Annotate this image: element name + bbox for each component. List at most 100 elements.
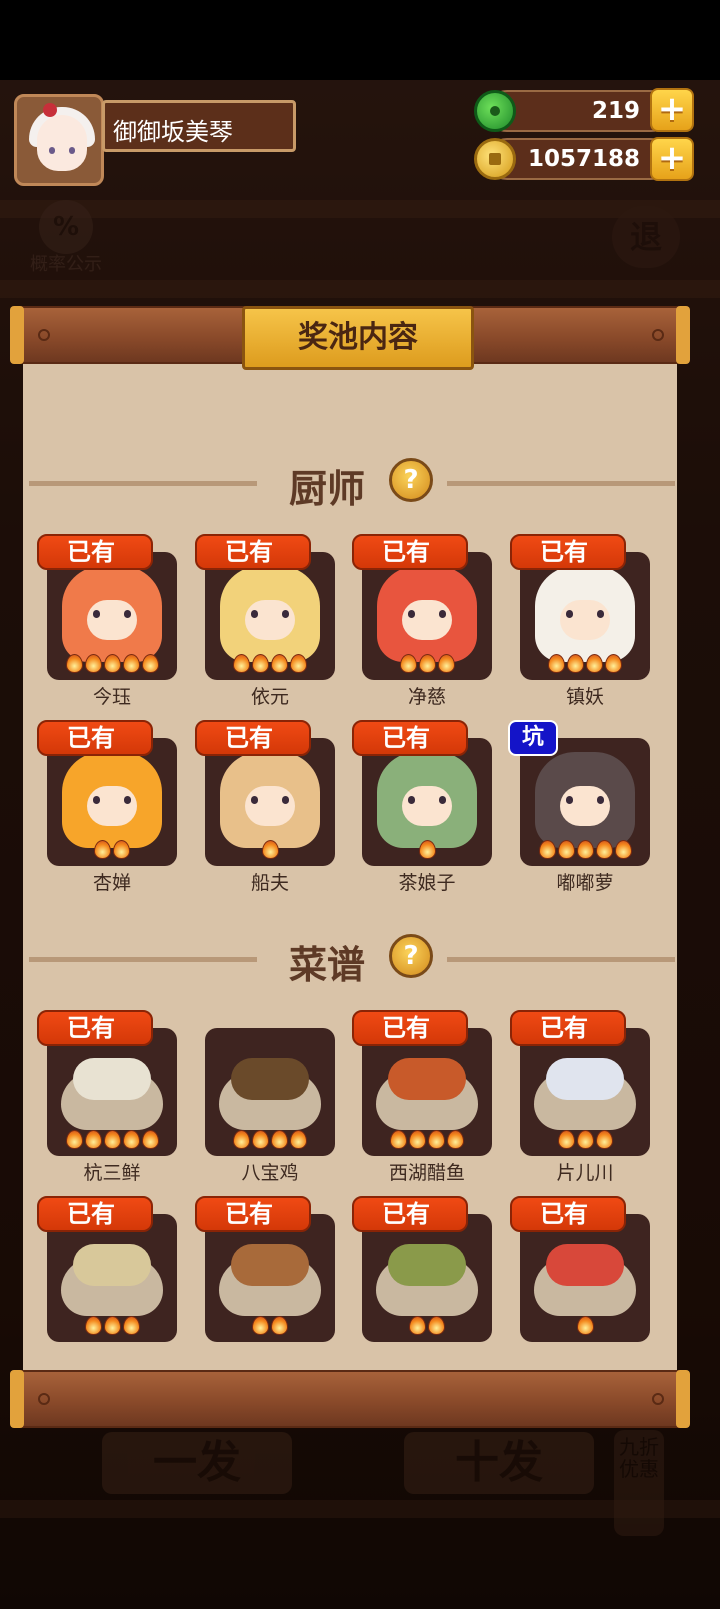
flame-icon (605, 654, 622, 673)
flame-icon (122, 1316, 140, 1335)
flame-icon (65, 1130, 83, 1149)
chef-face (87, 600, 137, 640)
flame-icon (567, 654, 584, 673)
flame-icon (447, 1130, 464, 1149)
recipe-card[interactable] (47, 1214, 177, 1342)
recipe-card[interactable] (520, 1214, 650, 1342)
owned-badge: 已有 (195, 1196, 311, 1232)
dish-food (73, 1244, 151, 1286)
avatar[interactable] (14, 94, 104, 186)
flame-icon (103, 654, 121, 673)
owned-badge: 已有 (352, 720, 468, 756)
flame-icon (122, 654, 140, 673)
chef-card[interactable] (520, 552, 650, 680)
chef-eyes (251, 796, 289, 804)
recipe-card[interactable] (47, 1028, 177, 1156)
recipe-card[interactable] (520, 1028, 650, 1156)
flame-icon (548, 654, 565, 673)
star-rating (520, 840, 650, 862)
flame-icon (538, 840, 556, 859)
player-name: 御御坂美琴 (113, 118, 233, 146)
recipe-name: 杭三鲜 (83, 1162, 141, 1184)
owned-badge: 已有 (195, 534, 311, 570)
chef-face (402, 786, 452, 826)
divider (29, 481, 257, 486)
owned-badge: 已有 (352, 534, 468, 570)
chef-eyes (408, 796, 446, 804)
recipe-card[interactable] (362, 1028, 492, 1156)
chef-card[interactable] (362, 552, 492, 680)
chef-name: 依元 (250, 686, 289, 708)
flame-icon (586, 654, 603, 673)
chef-eyes (93, 796, 131, 804)
recipe-section-title: 菜谱 (289, 943, 366, 987)
flame-icon (261, 840, 279, 859)
chef-name: 今珏 (92, 686, 131, 708)
jade-icon (474, 90, 516, 132)
chef-card[interactable] (47, 738, 177, 866)
owned-badge: 已有 (37, 720, 153, 756)
recipe-card[interactable] (205, 1028, 335, 1156)
rod-cap (10, 306, 24, 364)
dish-food (546, 1058, 624, 1100)
recipe-help-button[interactable]: ? (389, 934, 433, 978)
prize-pool-panel: 厨师 ? 已有 今珏 已有 依元 已有 净慈 已有 镇妖 已有 杏婵 已有 船夫 已有 茶娘子坑嘟嘟萝 菜… (23, 364, 677, 1370)
recipe-name: 片儿川 (556, 1162, 614, 1184)
divider (447, 481, 675, 486)
recipe-card[interactable] (362, 1214, 492, 1342)
flame-icon (614, 840, 632, 859)
dish-food (231, 1244, 309, 1286)
status-bar-area (0, 0, 720, 80)
flame-icon (576, 1130, 594, 1149)
flame-icon (437, 654, 455, 673)
flame-icon (252, 1316, 269, 1335)
nail (38, 329, 50, 341)
divider (29, 957, 257, 962)
chef-name: 船夫 (250, 872, 289, 894)
chef-card[interactable] (520, 738, 650, 866)
star-rating (362, 1316, 492, 1338)
chef-eyes (408, 610, 446, 618)
flame-icon (595, 1130, 613, 1149)
flame-icon (409, 1130, 426, 1149)
chef-section-header: 厨师 ? (23, 458, 677, 511)
chef-card[interactable] (205, 738, 335, 866)
star-rating (47, 1130, 177, 1152)
add-coin-button[interactable]: + (650, 137, 694, 181)
owned-badge: 已有 (510, 534, 626, 570)
recipe-section-header: 菜谱 ? (23, 934, 677, 987)
star-rating (362, 1130, 492, 1152)
owned-badge: 已有 (510, 1010, 626, 1046)
rod-cap (676, 306, 690, 364)
flame-icon (418, 840, 436, 859)
nail (652, 1393, 664, 1405)
star-rating (362, 840, 492, 862)
flame-icon (576, 1316, 594, 1335)
add-jade-button[interactable]: + (650, 88, 694, 132)
chef-card[interactable] (205, 552, 335, 680)
flame-icon (252, 1130, 269, 1149)
chef-card[interactable] (362, 738, 492, 866)
flame-icon (399, 654, 417, 673)
star-rating (47, 654, 177, 676)
star-rating (520, 654, 650, 676)
recipe-name: 八宝鸡 (241, 1162, 299, 1184)
flame-icon (84, 654, 102, 673)
chef-face (402, 600, 452, 640)
chef-eyes (566, 796, 604, 804)
chef-card[interactable] (47, 552, 177, 680)
chef-section-title: 厨师 (289, 467, 366, 511)
dish-food (388, 1058, 466, 1100)
chef-eyes (93, 610, 131, 618)
flame-icon (290, 654, 307, 673)
chef-eyes (251, 610, 289, 618)
flame-icon (141, 654, 159, 673)
divider (447, 957, 675, 962)
flame-icon (252, 654, 269, 673)
flame-icon (113, 840, 130, 859)
star-rating (520, 1316, 650, 1338)
recipe-card[interactable] (205, 1214, 335, 1342)
star-rating (205, 840, 335, 862)
chef-help-button[interactable]: ? (389, 458, 433, 502)
recipe-name: 西湖醋鱼 (388, 1162, 465, 1184)
